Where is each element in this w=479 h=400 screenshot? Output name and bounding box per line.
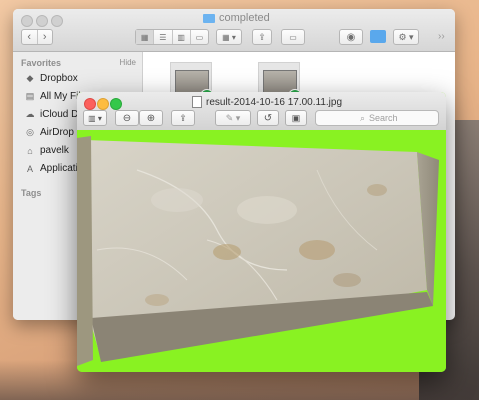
image-canvas: [77, 130, 446, 372]
sidebar-item-label: iCloud D: [40, 109, 79, 120]
share-button[interactable]: ⇪: [171, 110, 195, 126]
arrange-icon: ▦ ▾: [222, 32, 236, 42]
sidebar-item-dropbox[interactable]: ◆ Dropbox: [25, 73, 78, 84]
search-placeholder: Search: [369, 113, 398, 123]
search-field[interactable]: ⌕ Search: [315, 110, 439, 126]
rotate-icon: ↺: [263, 112, 273, 124]
airdrop-icon: ◎: [26, 127, 34, 137]
quick-look-button[interactable]: ◉: [339, 29, 363, 45]
column-view-icon[interactable]: ▥: [173, 30, 191, 44]
dropbox-folder-icon[interactable]: [370, 30, 386, 43]
toolbox-button[interactable]: ▣: [285, 110, 307, 126]
sidebar-item-label: Applicati: [40, 163, 78, 174]
eye-icon: ◉: [346, 31, 356, 43]
share-icon: ⇪: [258, 31, 266, 42]
toolbar-overflow-icon[interactable]: ››: [438, 31, 445, 42]
sidebar-item-icloud[interactable]: ☁ iCloud D: [25, 109, 79, 120]
tag-icon: ▭: [289, 32, 297, 42]
preview-window: result-2014-10-16 17.00.11.jpg ▥ ▾ ⊖ ⊕ ⇪…: [77, 92, 446, 372]
hide-favorites-button[interactable]: Hide: [120, 58, 136, 67]
toolbox-icon: ▣: [291, 112, 301, 123]
back-forward-control[interactable]: ‹ ›: [21, 29, 53, 45]
arrange-button[interactable]: ▦ ▾: [216, 29, 242, 45]
zoom-out-button[interactable]: ⊖: [115, 110, 139, 126]
zoom-out-icon: ⊖: [122, 112, 132, 124]
sidebar-toggle-button[interactable]: ▥ ▾: [83, 110, 107, 126]
finder-title: completed: [203, 12, 270, 24]
light-patch: [151, 188, 203, 212]
sidebar-item-airdrop[interactable]: ◎ AirDrop: [25, 127, 74, 138]
all-files-icon: ▤: [25, 91, 35, 101]
action-button[interactable]: ⚙ ▾: [393, 29, 419, 45]
sidebar-item-label: Dropbox: [40, 73, 78, 84]
rust-stain: [145, 294, 169, 306]
tags-button[interactable]: ▭: [281, 29, 305, 45]
sidebar-item-label: pavelk: [40, 145, 69, 156]
finder-zoom-button[interactable]: [51, 15, 63, 27]
light-patch: [237, 196, 297, 224]
cover-flow-icon[interactable]: ▭: [191, 30, 208, 44]
list-view-icon[interactable]: ☰: [154, 30, 173, 44]
sidebar-item-label: AirDrop: [40, 127, 74, 138]
markup-button[interactable]: ✎ ▾: [215, 110, 251, 126]
sidebar-item-applications[interactable]: A Applicati: [25, 163, 78, 174]
preview-zoom-button[interactable]: [110, 98, 122, 110]
gear-icon: ⚙ ▾: [398, 31, 414, 42]
rust-stain: [299, 240, 335, 260]
share-icon: ⇪: [179, 112, 187, 123]
preview-title: result-2014-10-16 17.00.11.jpg: [192, 96, 342, 108]
zoom-in-icon: ⊕: [146, 112, 156, 124]
view-mode-control[interactable]: ▦ ☰ ▥ ▭: [135, 29, 209, 45]
pen-icon: ✎ ▾: [225, 112, 241, 123]
finder-close-button[interactable]: [21, 15, 33, 27]
rotate-button[interactable]: ↺: [257, 110, 279, 126]
preview-close-button[interactable]: [84, 98, 96, 110]
icon-view-icon[interactable]: ▦: [136, 30, 155, 44]
rust-stain: [367, 184, 387, 196]
back-button[interactable]: ‹: [22, 30, 38, 44]
dropbox-icon: ◆: [26, 73, 34, 83]
finder-minimize-button[interactable]: [36, 15, 48, 27]
tags-heading: Tags: [21, 188, 42, 198]
stone-left-edge: [77, 136, 93, 366]
search-icon: ⌕: [360, 112, 366, 123]
finder-title-text: completed: [219, 12, 270, 24]
finder-toolbar: completed ‹ › ▦ ☰ ▥ ▭ ▦ ▾ ⇪ ▭ ◉ ⚙ ▾ ››: [13, 9, 455, 52]
rust-stain: [333, 273, 361, 287]
folder-icon: [203, 13, 215, 23]
share-button[interactable]: ⇪: [252, 29, 272, 45]
rust-stain: [213, 244, 241, 260]
favorites-heading: Favorites: [21, 58, 62, 68]
sidebar-item-home[interactable]: ⌂ pavelk: [25, 145, 69, 156]
home-icon: ⌂: [27, 145, 33, 156]
zoom-in-button[interactable]: ⊕: [139, 110, 163, 126]
preview-title-text: result-2014-10-16 17.00.11.jpg: [206, 96, 343, 108]
sidebar-icon: ▥ ▾: [88, 113, 102, 123]
applications-icon: A: [26, 163, 33, 174]
document-icon: [192, 96, 202, 108]
cloud-icon: ☁: [25, 109, 35, 119]
forward-button[interactable]: ›: [38, 30, 53, 44]
preview-minimize-button[interactable]: [97, 98, 109, 110]
preview-toolbar: result-2014-10-16 17.00.11.jpg ▥ ▾ ⊖ ⊕ ⇪…: [77, 92, 446, 131]
